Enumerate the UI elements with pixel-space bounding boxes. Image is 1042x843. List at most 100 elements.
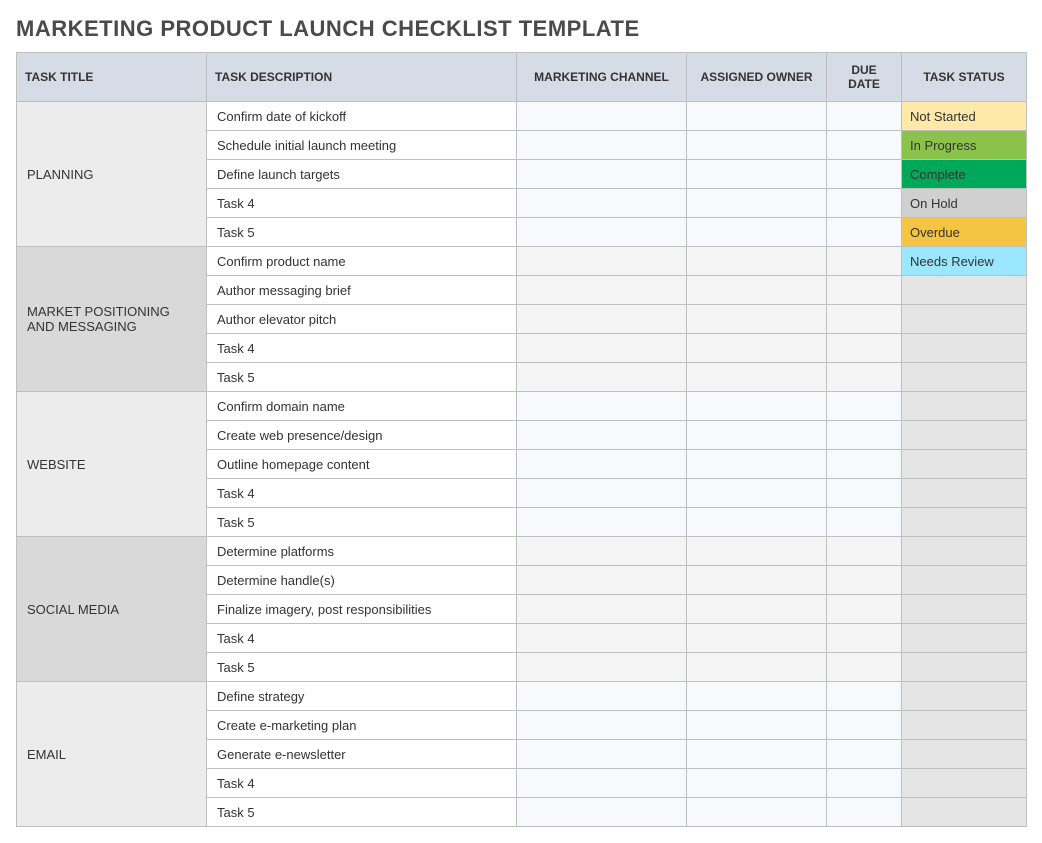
- marketing-channel-cell[interactable]: [517, 508, 687, 537]
- due-date-cell[interactable]: [827, 769, 902, 798]
- due-date-cell[interactable]: [827, 276, 902, 305]
- marketing-channel-cell[interactable]: [517, 653, 687, 682]
- task-description-cell[interactable]: Task 5: [207, 363, 517, 392]
- due-date-cell[interactable]: [827, 218, 902, 247]
- task-description-cell[interactable]: Task 4: [207, 479, 517, 508]
- due-date-cell[interactable]: [827, 160, 902, 189]
- task-description-cell[interactable]: Task 5: [207, 508, 517, 537]
- task-description-cell[interactable]: Task 5: [207, 653, 517, 682]
- marketing-channel-cell[interactable]: [517, 740, 687, 769]
- task-status-cell[interactable]: [902, 537, 1027, 566]
- task-description-cell[interactable]: Schedule initial launch meeting: [207, 131, 517, 160]
- task-status-cell[interactable]: [902, 595, 1027, 624]
- due-date-cell[interactable]: [827, 102, 902, 131]
- task-status-cell[interactable]: Not Started: [902, 102, 1027, 131]
- assigned-owner-cell[interactable]: [687, 363, 827, 392]
- task-description-cell[interactable]: Define launch targets: [207, 160, 517, 189]
- task-description-cell[interactable]: Task 5: [207, 218, 517, 247]
- due-date-cell[interactable]: [827, 189, 902, 218]
- marketing-channel-cell[interactable]: [517, 189, 687, 218]
- assigned-owner-cell[interactable]: [687, 653, 827, 682]
- marketing-channel-cell[interactable]: [517, 421, 687, 450]
- task-status-cell[interactable]: [902, 566, 1027, 595]
- task-description-cell[interactable]: Outline homepage content: [207, 450, 517, 479]
- task-status-cell[interactable]: [902, 711, 1027, 740]
- due-date-cell[interactable]: [827, 479, 902, 508]
- due-date-cell[interactable]: [827, 421, 902, 450]
- task-status-cell[interactable]: Needs Review: [902, 247, 1027, 276]
- assigned-owner-cell[interactable]: [687, 711, 827, 740]
- task-status-cell[interactable]: Complete: [902, 160, 1027, 189]
- due-date-cell[interactable]: [827, 537, 902, 566]
- task-description-cell[interactable]: Confirm product name: [207, 247, 517, 276]
- task-status-cell[interactable]: [902, 798, 1027, 827]
- task-description-cell[interactable]: Confirm date of kickoff: [207, 102, 517, 131]
- due-date-cell[interactable]: [827, 450, 902, 479]
- assigned-owner-cell[interactable]: [687, 334, 827, 363]
- assigned-owner-cell[interactable]: [687, 218, 827, 247]
- assigned-owner-cell[interactable]: [687, 798, 827, 827]
- marketing-channel-cell[interactable]: [517, 798, 687, 827]
- task-description-cell[interactable]: Finalize imagery, post responsibilities: [207, 595, 517, 624]
- task-description-cell[interactable]: Create e-marketing plan: [207, 711, 517, 740]
- due-date-cell[interactable]: [827, 131, 902, 160]
- marketing-channel-cell[interactable]: [517, 218, 687, 247]
- task-description-cell[interactable]: Determine platforms: [207, 537, 517, 566]
- marketing-channel-cell[interactable]: [517, 624, 687, 653]
- marketing-channel-cell[interactable]: [517, 682, 687, 711]
- marketing-channel-cell[interactable]: [517, 769, 687, 798]
- task-description-cell[interactable]: Create web presence/design: [207, 421, 517, 450]
- assigned-owner-cell[interactable]: [687, 566, 827, 595]
- task-status-cell[interactable]: [902, 740, 1027, 769]
- due-date-cell[interactable]: [827, 247, 902, 276]
- due-date-cell[interactable]: [827, 798, 902, 827]
- assigned-owner-cell[interactable]: [687, 131, 827, 160]
- assigned-owner-cell[interactable]: [687, 102, 827, 131]
- task-status-cell[interactable]: [902, 682, 1027, 711]
- marketing-channel-cell[interactable]: [517, 595, 687, 624]
- due-date-cell[interactable]: [827, 363, 902, 392]
- assigned-owner-cell[interactable]: [687, 160, 827, 189]
- marketing-channel-cell[interactable]: [517, 392, 687, 421]
- assigned-owner-cell[interactable]: [687, 305, 827, 334]
- assigned-owner-cell[interactable]: [687, 189, 827, 218]
- marketing-channel-cell[interactable]: [517, 160, 687, 189]
- task-status-cell[interactable]: [902, 653, 1027, 682]
- task-description-cell[interactable]: Author elevator pitch: [207, 305, 517, 334]
- task-description-cell[interactable]: Define strategy: [207, 682, 517, 711]
- task-description-cell[interactable]: Task 4: [207, 769, 517, 798]
- due-date-cell[interactable]: [827, 305, 902, 334]
- assigned-owner-cell[interactable]: [687, 769, 827, 798]
- marketing-channel-cell[interactable]: [517, 537, 687, 566]
- due-date-cell[interactable]: [827, 595, 902, 624]
- marketing-channel-cell[interactable]: [517, 102, 687, 131]
- due-date-cell[interactable]: [827, 566, 902, 595]
- assigned-owner-cell[interactable]: [687, 595, 827, 624]
- assigned-owner-cell[interactable]: [687, 508, 827, 537]
- task-status-cell[interactable]: [902, 305, 1027, 334]
- marketing-channel-cell[interactable]: [517, 276, 687, 305]
- task-description-cell[interactable]: Task 4: [207, 189, 517, 218]
- assigned-owner-cell[interactable]: [687, 537, 827, 566]
- marketing-channel-cell[interactable]: [517, 247, 687, 276]
- marketing-channel-cell[interactable]: [517, 305, 687, 334]
- task-status-cell[interactable]: [902, 479, 1027, 508]
- task-status-cell[interactable]: [902, 334, 1027, 363]
- marketing-channel-cell[interactable]: [517, 711, 687, 740]
- due-date-cell[interactable]: [827, 508, 902, 537]
- due-date-cell[interactable]: [827, 740, 902, 769]
- due-date-cell[interactable]: [827, 392, 902, 421]
- task-status-cell[interactable]: [902, 363, 1027, 392]
- marketing-channel-cell[interactable]: [517, 566, 687, 595]
- due-date-cell[interactable]: [827, 334, 902, 363]
- due-date-cell[interactable]: [827, 624, 902, 653]
- task-description-cell[interactable]: Confirm domain name: [207, 392, 517, 421]
- task-status-cell[interactable]: In Progress: [902, 131, 1027, 160]
- assigned-owner-cell[interactable]: [687, 276, 827, 305]
- task-description-cell[interactable]: Author messaging brief: [207, 276, 517, 305]
- task-status-cell[interactable]: [902, 450, 1027, 479]
- task-status-cell[interactable]: [902, 392, 1027, 421]
- due-date-cell[interactable]: [827, 711, 902, 740]
- task-status-cell[interactable]: On Hold: [902, 189, 1027, 218]
- assigned-owner-cell[interactable]: [687, 682, 827, 711]
